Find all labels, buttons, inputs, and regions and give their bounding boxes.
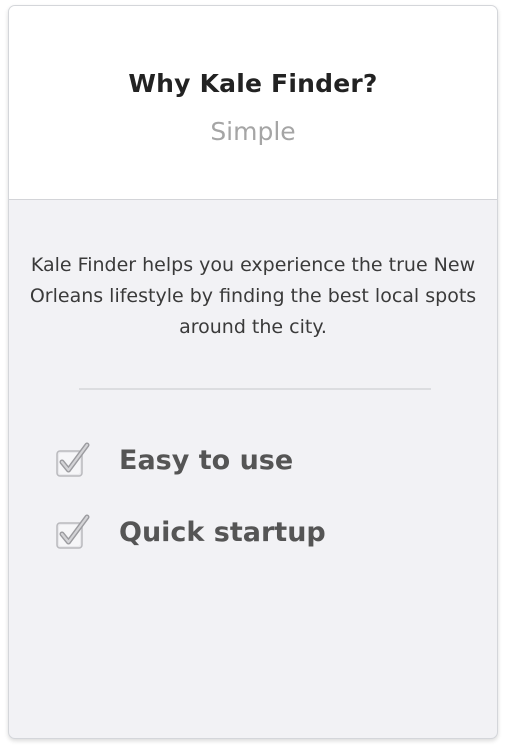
feature-label: Quick startup <box>119 516 326 548</box>
card-body: Kale Finder helps you experience the tru… <box>9 200 497 738</box>
why-kale-finder-card: Why Kale Finder? Simple Kale Finder help… <box>8 5 498 739</box>
feature-label: Easy to use <box>119 444 294 476</box>
checkbox-checked-icon <box>56 514 90 550</box>
card-subtitle: Simple <box>210 117 296 146</box>
card-header: Why Kale Finder? Simple <box>9 6 497 200</box>
feature-item-easy-to-use: Easy to use <box>56 440 293 480</box>
card-title: Why Kale Finder? <box>128 69 378 98</box>
checkbox-checked-icon <box>56 442 90 478</box>
card-description: Kale Finder helps you experience the tru… <box>29 254 477 338</box>
feature-item-quick-startup: Quick startup <box>56 512 326 552</box>
divider <box>79 388 431 390</box>
